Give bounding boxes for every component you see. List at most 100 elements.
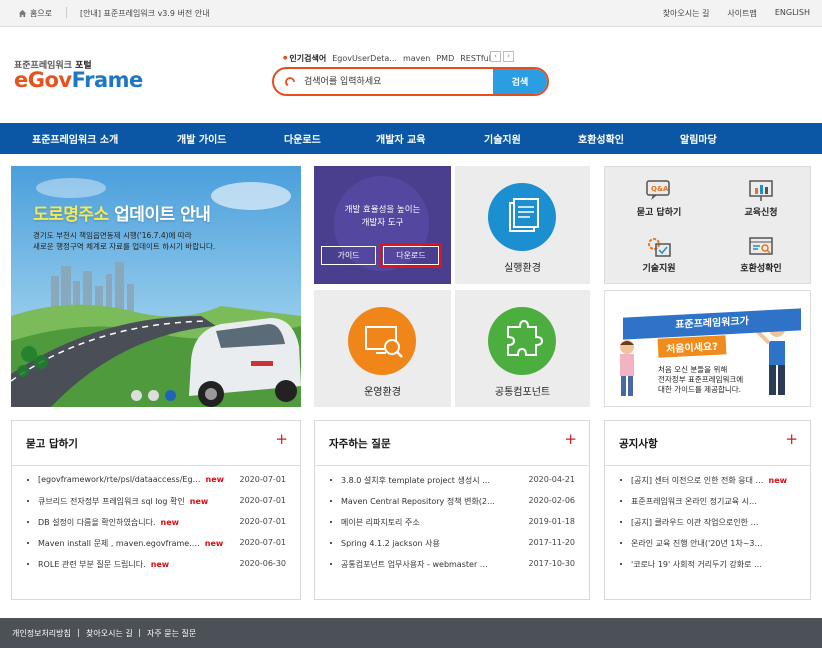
list-item[interactable]: 온라인 교육 진행 안내('20년 1차~3… (617, 537, 800, 558)
list-item[interactable]: Maven Central Repository 정책 변화(2… 2020-02… (327, 495, 579, 516)
quick-education-label: 교육신청 (744, 208, 778, 218)
quick-qna-label: 묻고 답하기 (636, 208, 682, 218)
home-icon (18, 9, 27, 18)
popular-item[interactable]: PMD (436, 54, 454, 63)
quick-tech-support[interactable]: 기술지원 (609, 235, 709, 274)
item-title: [egovframework/rte/psl/dataaccess/Eg… new (38, 475, 224, 484)
plus-icon[interactable]: + (564, 430, 577, 448)
presentation-icon (749, 180, 773, 201)
quick-qna[interactable]: Q&A 묻고 답하기 (609, 179, 709, 218)
ops-env-tile[interactable]: 운영환경 (314, 290, 451, 407)
nav-download[interactable]: 다운로드 (284, 131, 321, 146)
new-badge: new (150, 560, 170, 569)
banner-line: 경기도 부천시 책임읍면동제 시행('16.7.4)에 따라 (33, 231, 192, 240)
popular-label: 인기검색어 (283, 53, 326, 64)
item-title: [공지] 클라우드 이관 작업으로인한 … (631, 518, 759, 527)
list-item[interactable]: '코로나 19' 사회적 거리두기 강화로 … (617, 558, 800, 579)
nav-education[interactable]: 개발자 교육 (376, 131, 425, 146)
nav-tech-support[interactable]: 기술지원 (484, 131, 521, 146)
guide-button[interactable]: 가이드 (321, 246, 376, 265)
directions-footer-link[interactable]: 찾아오시는 길 (86, 628, 133, 639)
list-item[interactable]: 3.8.0 설치후 template project 생성시 … 2020-04-… (327, 474, 579, 495)
item-title: 큐브리드 전자정부 프레임워크 sql log 확인 new (38, 496, 208, 507)
popular-item[interactable]: RESTful (460, 54, 491, 63)
top-utility-bar: 홈으로 [안내] 표준프레임워크 v3.9 버전 안내 찾아오시는 길 사이트맵… (0, 0, 822, 27)
divider (66, 7, 67, 18)
list-item[interactable]: Spring 4.1.2 jackson 사용 2017-11-20 (327, 537, 579, 558)
nav-dev-guide[interactable]: 개발 가이드 (177, 131, 226, 146)
search-input[interactable] (304, 72, 489, 91)
list-item[interactable]: ROLE 관련 부분 질문 드립니다. new 2020-06-30 (24, 558, 290, 579)
item-date: 2020-06-30 (239, 559, 287, 568)
list-item[interactable]: [공지] 센터 이전으로 인한 전화 응대 … new (617, 474, 800, 495)
sitemap-link[interactable]: 사이트맵 (727, 8, 756, 19)
list-item[interactable]: [공지] 클라우드 이관 작업으로인한 … (617, 516, 800, 537)
item-title-text: [공지] 센터 이전으로 인한 전화 응대 … (631, 476, 764, 485)
item-date: 2020-07-01 (239, 475, 287, 484)
nav-notice[interactable]: 알림마당 (680, 131, 717, 146)
list-item[interactable]: Maven install 문제 , maven.egovframe.… new 2… (24, 537, 290, 558)
item-title: 3.8.0 설치후 template project 생성시 … (341, 476, 491, 485)
list-item[interactable]: 공통컴포넌트 업무사용자 - webmaster … 2017-10-30 (327, 558, 579, 579)
gear-check-icon (648, 238, 671, 257)
faq-footer-link[interactable]: 자주 묻는 질문 (147, 628, 196, 639)
quick-tech-support-label: 기술지원 (642, 264, 676, 274)
notice-link[interactable]: [안내] 표준프레임워크 v3.9 버전 안내 (80, 8, 210, 19)
new-badge: new (768, 476, 788, 485)
chevron-right-icon[interactable]: › (503, 51, 514, 62)
quick-compatibility-label: 호환성확인 (740, 264, 782, 274)
qna-panel: 묻고 답하기 + [egovframework/rte/psl/dataacce… (11, 420, 301, 600)
footer: 개인정보처리방침 | 찾아오시는 길 | 자주 묻는 질문 (0, 618, 822, 648)
main-banner[interactable]: 도로명주소 업데이트 안내 경기도 부천시 책임읍면동제 시행('16.7.4)… (11, 166, 301, 407)
pagination-dot[interactable] (148, 390, 159, 401)
popular-item[interactable]: EgovUserDeta... (332, 54, 397, 63)
logo-egov: eGov (14, 68, 72, 92)
english-link[interactable]: ENGLISH (775, 8, 810, 19)
item-date: 2020-02-06 (528, 496, 576, 505)
quick-compatibility[interactable]: 호환성확인 (711, 235, 811, 274)
popular-searches: 인기검색어 EgovUserDeta... maven PMD RESTful (283, 53, 491, 64)
first-visit-banner[interactable]: 표준프레임워크가 처음이세요? 처음 오신 분들을 위해 전자정부 표준프레임워… (604, 290, 811, 407)
logo[interactable]: eGovFrame (14, 68, 143, 92)
monitor-search-icon (348, 307, 416, 375)
item-title: 온라인 교육 진행 안내('20년 1차~3… (631, 539, 763, 548)
item-date: 2019-01-18 (528, 517, 576, 526)
exec-env-tile[interactable]: 실행환경 (455, 166, 590, 284)
popular-item[interactable]: maven (403, 54, 430, 63)
puzzle-icon (488, 307, 556, 375)
common-component-tile[interactable]: 공통컴포넌트 (455, 290, 590, 407)
plus-icon[interactable]: + (785, 430, 798, 448)
nav-about[interactable]: 표준프레임워크 소개 (32, 131, 118, 146)
banner-title-highlight: 도로명주소 (33, 205, 109, 225)
search-button[interactable]: 검색 (493, 69, 547, 94)
logo-frame: Frame (71, 68, 144, 92)
pagination-dot-active[interactable] (165, 390, 176, 401)
notices-panel: 공지사항 + [공지] 센터 이전으로 인한 전화 응대 … new 표준프레임워… (604, 420, 811, 600)
qna-title: 묻고 답하기 (26, 438, 78, 450)
dev-tools-text: 개발 효율성을 높이는 개발자 도구 (314, 204, 451, 230)
privacy-link[interactable]: 개인정보처리방침 (12, 628, 71, 639)
plus-icon[interactable]: + (275, 430, 288, 448)
pagination-dot[interactable] (131, 390, 142, 401)
qna-icon: Q&A (646, 180, 670, 200)
footer-separator: | (77, 628, 80, 637)
chevron-left-icon[interactable]: ‹ (490, 51, 501, 62)
list-item[interactable]: 메이븐 리파지토리 주소 2019-01-18 (327, 516, 579, 537)
search-box: 검색 (272, 67, 549, 96)
directions-link[interactable]: 찾아오시는 길 (663, 8, 710, 19)
list-item[interactable]: [egovframework/rte/psl/dataaccess/Eg… new… (24, 474, 290, 495)
list-item[interactable]: DB 설정이 다름을 확인하였습니다. new 2020-07-01 (24, 516, 290, 537)
search-icon (285, 77, 295, 87)
item-title-text: 큐브리드 전자정부 프레임워크 sql log 확인 (38, 497, 185, 506)
item-title: 메이븐 리파지토리 주소 (341, 518, 420, 527)
nav-compatibility[interactable]: 호환성확인 (578, 131, 624, 146)
window-search-icon (749, 237, 773, 255)
download-button[interactable]: 다운로드 (380, 243, 442, 268)
home-link[interactable]: 홈으로 (18, 8, 52, 19)
new-badge: new (160, 518, 180, 527)
svg-text:Q&A: Q&A (651, 185, 669, 193)
item-title-text: [egovframework/rte/psl/dataaccess/Eg… (38, 475, 201, 484)
quick-education[interactable]: 교육신청 (711, 179, 811, 218)
list-item[interactable]: 큐브리드 전자정부 프레임워크 sql log 확인 new 2020-07-01 (24, 495, 290, 516)
list-item[interactable]: 표준프레임워크 온라인 정기교육 시… (617, 495, 800, 516)
